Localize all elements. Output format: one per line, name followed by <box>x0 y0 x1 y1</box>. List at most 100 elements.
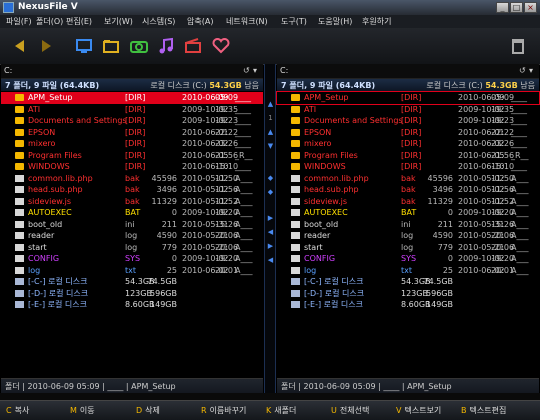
close-button[interactable]: × <box>524 2 537 13</box>
file-row[interactable]: head.sub.php bak 3496 2010-05-02 11:56 A___ <box>277 184 539 196</box>
file-row[interactable]: boot_old ini 211 2010-05-31 15:26 A___ <box>277 219 539 231</box>
file-row[interactable]: AUTOEXEC BAT 0 2009-10-02 19:20 A___ <box>277 207 539 219</box>
file-size: 779 <box>437 242 453 252</box>
minimize-button[interactable]: _ <box>496 2 509 13</box>
file-row[interactable]: Program Files [DIR] 2010-06-05 21:56 _R__ <box>1 150 263 162</box>
left-path-bar[interactable]: C: ↺ ▾ <box>1 64 263 79</box>
file-row[interactable]: mixero [DIR] 2010-06-02 23:26 ____ <box>277 138 539 150</box>
music-icon[interactable] <box>156 36 176 56</box>
monitor-icon[interactable] <box>74 36 94 56</box>
file-row[interactable]: log txt 25 2010-06-02 20:01 A___ <box>277 265 539 277</box>
right-disk-info: 로컬 디스크 (C:) 54.3GB 남음 <box>426 81 535 90</box>
video-icon[interactable] <box>183 36 203 56</box>
file-row[interactable]: reader log 4590 2010-05-21 20:06 A___ <box>1 230 263 242</box>
menu-help[interactable]: 도움말(H) <box>318 16 352 27</box>
file-ext: bak <box>401 173 416 183</box>
file-row[interactable]: common.lib.php bak 45596 2010-05-02 11:50 A__… <box>277 173 539 185</box>
drive-row[interactable]: [-C-] 로컬 디스크 54.3GB 74.5GB <box>277 276 539 288</box>
chevron-down-icon[interactable]: ▾ <box>529 66 533 75</box>
file-icon <box>291 186 300 193</box>
file-name: Documents and Settings <box>28 116 127 125</box>
divider-arrow-up-2[interactable]: ▲ <box>266 128 275 136</box>
file-icon <box>15 243 24 251</box>
menu-compress[interactable]: 압축(A) <box>187 16 213 27</box>
file-row[interactable]: start log 779 2010-05-21 20:06 A___ <box>277 242 539 254</box>
drive-row[interactable]: [-E-] 로컬 디스크 8.60GB 149GB <box>277 299 539 311</box>
file-row[interactable]: head.sub.php bak 3496 2010-05-02 11:56 A___ <box>1 184 263 196</box>
left-summary: 7 폴더, 9 파일 (64.4KB) <box>5 81 100 90</box>
file-row[interactable]: Documents and Settings [DIR] 2009-10-02 19:… <box>277 115 539 127</box>
divider-arrow-up[interactable]: ▲ <box>266 100 275 108</box>
left-path[interactable]: C: <box>4 66 12 75</box>
chevron-down-icon[interactable]: ▾ <box>253 66 257 75</box>
file-row[interactable]: log txt 25 2010-06-02 20:01 A___ <box>1 265 263 277</box>
divider-arrow-left-2[interactable]: ◀ <box>266 256 275 264</box>
file-ext: [DIR] <box>125 127 146 137</box>
file-row[interactable]: common.lib.php bak 45596 2010-05-02 11:50 A__… <box>1 173 263 185</box>
file-row[interactable]: CONFIG SYS 0 2009-10-02 19:20 A___ <box>277 253 539 265</box>
file-row[interactable]: start log 779 2010-05-21 20:06 A___ <box>1 242 263 254</box>
file-row[interactable]: EPSON [DIR] 2010-06-01 22:22 ____ <box>277 127 539 139</box>
file-row[interactable]: sideview.js bak 11329 2010-05-02 11:52 A___ <box>1 196 263 208</box>
menu-tools[interactable]: 도구(T) <box>281 16 307 27</box>
file-row[interactable]: WINDOWS [DIR] 2010-06-10 15:10 ____ <box>1 161 263 173</box>
file-row[interactable]: Program Files [DIR] 2010-06-05 21:56 _R__ <box>277 150 539 162</box>
refresh-icon[interactable]: ↺ <box>243 66 250 75</box>
divider-arrow-right-2[interactable]: ▶ <box>266 242 275 250</box>
file-row[interactable]: Documents and Settings [DIR] 2009-10-02 19:… <box>1 115 263 127</box>
fkey-move[interactable]: M 이동 <box>70 405 95 416</box>
heart-icon[interactable] <box>211 36 231 56</box>
menu-donate[interactable]: 후원하기 <box>362 16 391 27</box>
file-row[interactable]: sideview.js bak 11329 2010-05-02 11:52 A___ <box>277 196 539 208</box>
menu-edit[interactable]: 편집(E) <box>66 16 92 27</box>
right-path-bar[interactable]: C: ↺ ▾ <box>277 64 539 79</box>
divider-diamond-1[interactable]: ◆ <box>266 174 275 182</box>
fkey-select-all[interactable]: U 전체선택 <box>331 405 369 416</box>
divider-arrow-down[interactable]: ▼ <box>266 142 275 150</box>
divider-arrow-left-1[interactable]: ◀ <box>266 228 275 236</box>
right-path[interactable]: C: <box>280 66 288 75</box>
trash-icon[interactable] <box>508 36 528 56</box>
file-row[interactable]: mixero [DIR] 2010-06-02 23:26 ____ <box>1 138 263 150</box>
file-size: 45596 <box>427 173 453 183</box>
file-row[interactable]: EPSON [DIR] 2010-06-01 22:22 ____ <box>1 127 263 139</box>
drive-row[interactable]: [-D-] 로컬 디스크 123GB 596GB <box>277 288 539 300</box>
fkey-delete[interactable]: D 삭제 <box>136 405 160 416</box>
menu-system[interactable]: 시스템(S) <box>142 16 175 27</box>
file-row[interactable]: CONFIG SYS 0 2009-10-02 19:20 A___ <box>1 253 263 265</box>
file-row[interactable]: APM_Setup [DIR] 2010-06-09 05:09 ____ <box>1 92 263 104</box>
maximize-button[interactable]: □ <box>510 2 523 13</box>
menu-file[interactable]: 파일(F) <box>6 16 32 27</box>
file-row[interactable]: ATI [DIR] 2009-10-02 19:35 ____ <box>277 104 539 116</box>
drive-icon <box>291 289 300 297</box>
folder-icon[interactable] <box>101 36 121 56</box>
back-arrow-icon[interactable] <box>10 36 30 56</box>
forward-arrow-icon[interactable] <box>36 36 56 56</box>
file-row[interactable]: WINDOWS [DIR] 2010-06-10 15:10 ____ <box>277 161 539 173</box>
menu-view[interactable]: 보기(W) <box>104 16 133 27</box>
divider-diamond-2[interactable]: ◆ <box>266 188 275 196</box>
menu-network[interactable]: 네트워크(N) <box>226 16 268 27</box>
drive-row[interactable]: [-E-] 로컬 디스크 8.60GB 149GB <box>1 299 263 311</box>
file-row[interactable]: AUTOEXEC BAT 0 2009-10-02 19:20 A___ <box>1 207 263 219</box>
file-ext: ini <box>401 219 411 229</box>
file-row[interactable]: boot_old ini 211 2010-05-31 15:26 A___ <box>1 219 263 231</box>
fkey-rename[interactable]: R 이름바꾸기 <box>201 405 246 416</box>
file-icon <box>291 220 300 228</box>
drive-row[interactable]: [-D-] 로컬 디스크 123GB 596GB <box>1 288 263 300</box>
fkey-text-edit[interactable]: B 텍스트편집 <box>461 405 506 416</box>
file-row[interactable]: reader log 4590 2010-05-21 20:06 A___ <box>277 230 539 242</box>
camera-icon[interactable] <box>129 36 149 56</box>
file-ext: log <box>401 231 414 240</box>
file-row[interactable]: ATI [DIR] 2009-10-02 19:35 ____ <box>1 104 263 116</box>
left-disk-info: 로컬 디스크 (C:) 54.3GB 남음 <box>150 81 259 90</box>
file-size: 596GB <box>426 288 453 298</box>
drive-row[interactable]: [-C-] 로컬 디스크 54.3GB 74.5GB <box>1 276 263 288</box>
refresh-icon[interactable]: ↺ <box>519 66 526 75</box>
file-row[interactable]: APM_Setup [DIR] 2010-06-09 05:09 ____ <box>276 91 540 105</box>
fkey-text-view[interactable]: V 텍스트보기 <box>396 405 441 416</box>
fkey-new-folder[interactable]: K 새폴더 <box>266 405 296 416</box>
fkey-copy[interactable]: C 복사 <box>6 405 29 416</box>
divider-arrow-right-1[interactable]: ▶ <box>266 214 275 222</box>
menu-folder[interactable]: 폴더(O) <box>36 16 63 27</box>
